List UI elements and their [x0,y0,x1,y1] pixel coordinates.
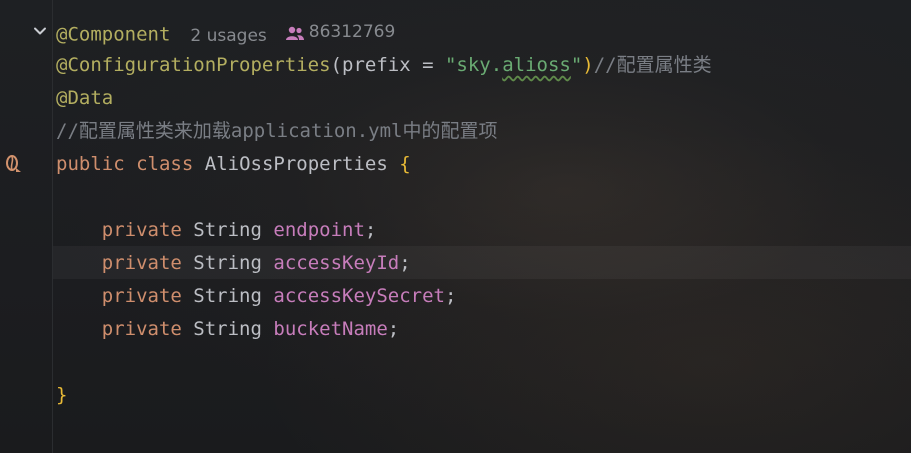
private-keyword: private [101,219,182,241]
data-annotation: @Data [56,87,114,109]
public-keyword: public [56,153,125,175]
private-keyword: private [101,252,182,274]
paren-open: ( [330,54,342,76]
code-line-5[interactable]: public class AliOssProperties { [56,148,411,181]
private-keyword: private [101,318,182,340]
inline-comment: //配置属性类 [593,54,712,76]
code-line-4[interactable]: //配置属性类来加载application.yml中的配置项 [56,115,497,148]
field-endpoint[interactable]: endpoint [273,219,365,241]
code-line-field-endpoint[interactable]: private String endpoint; [56,214,377,247]
class-keyword: class [136,153,194,175]
string-quote-open: " [444,54,457,76]
code-line-field-accesskeyid[interactable]: private String accessKeyId; [56,247,411,280]
private-keyword: private [101,285,182,307]
component-annotation: @Component [56,23,171,46]
code-line-3[interactable]: @Data [56,82,113,115]
code-line-1[interactable]: @Component 2 usages 86312769 [56,16,395,49]
string-type: String [193,318,262,340]
spring-bean-icon[interactable] [5,153,23,173]
field-bucketname[interactable]: bucketName [273,318,387,340]
class-name[interactable]: AliOssProperties [205,153,388,175]
author-id: 86312769 [308,22,396,42]
open-brace: { [399,153,411,175]
string-type: String [193,252,262,274]
editor-gutter [0,0,52,453]
string-type: String [193,219,262,241]
usages-hint[interactable]: 2 usages [190,26,266,46]
code-line-close[interactable]: } [56,379,67,412]
users-icon [285,26,304,40]
semicolon: ; [399,252,411,274]
semicolon: ; [387,318,400,340]
code-editor[interactable]: @Component 2 usages 86312769 @Configuratio… [0,0,911,453]
code-line-field-bucketname[interactable]: private String bucketName; [56,313,399,346]
line-comment: //配置属性类来加载application.yml中的配置项 [56,120,498,142]
string-quote-close: " [570,54,583,76]
field-accesskeysecret[interactable]: accessKeySecret [273,285,445,307]
chevron-down-icon[interactable] [33,24,47,38]
gutter-divider [52,0,53,453]
prefix-param: prefix [342,54,411,76]
string-type: String [193,285,262,307]
close-brace: } [56,384,68,406]
code-line-field-accesskeysecret[interactable]: private String accessKeySecret; [56,280,457,313]
semicolon: ; [444,285,457,307]
code-line-2[interactable]: @ConfigurationProperties(prefix = "sky.a… [56,49,712,82]
string-prefix-part: sky. [456,54,503,76]
string-alioss-typo[interactable]: alioss [502,54,571,76]
author-hint[interactable]: 86312769 [285,16,396,49]
semicolon: ; [364,219,377,241]
equals-sign: = [410,54,445,76]
field-accesskeyid[interactable]: accessKeyId [273,252,399,274]
configuration-properties-annotation: @ConfigurationProperties [56,54,331,76]
paren-close: ) [582,54,594,76]
